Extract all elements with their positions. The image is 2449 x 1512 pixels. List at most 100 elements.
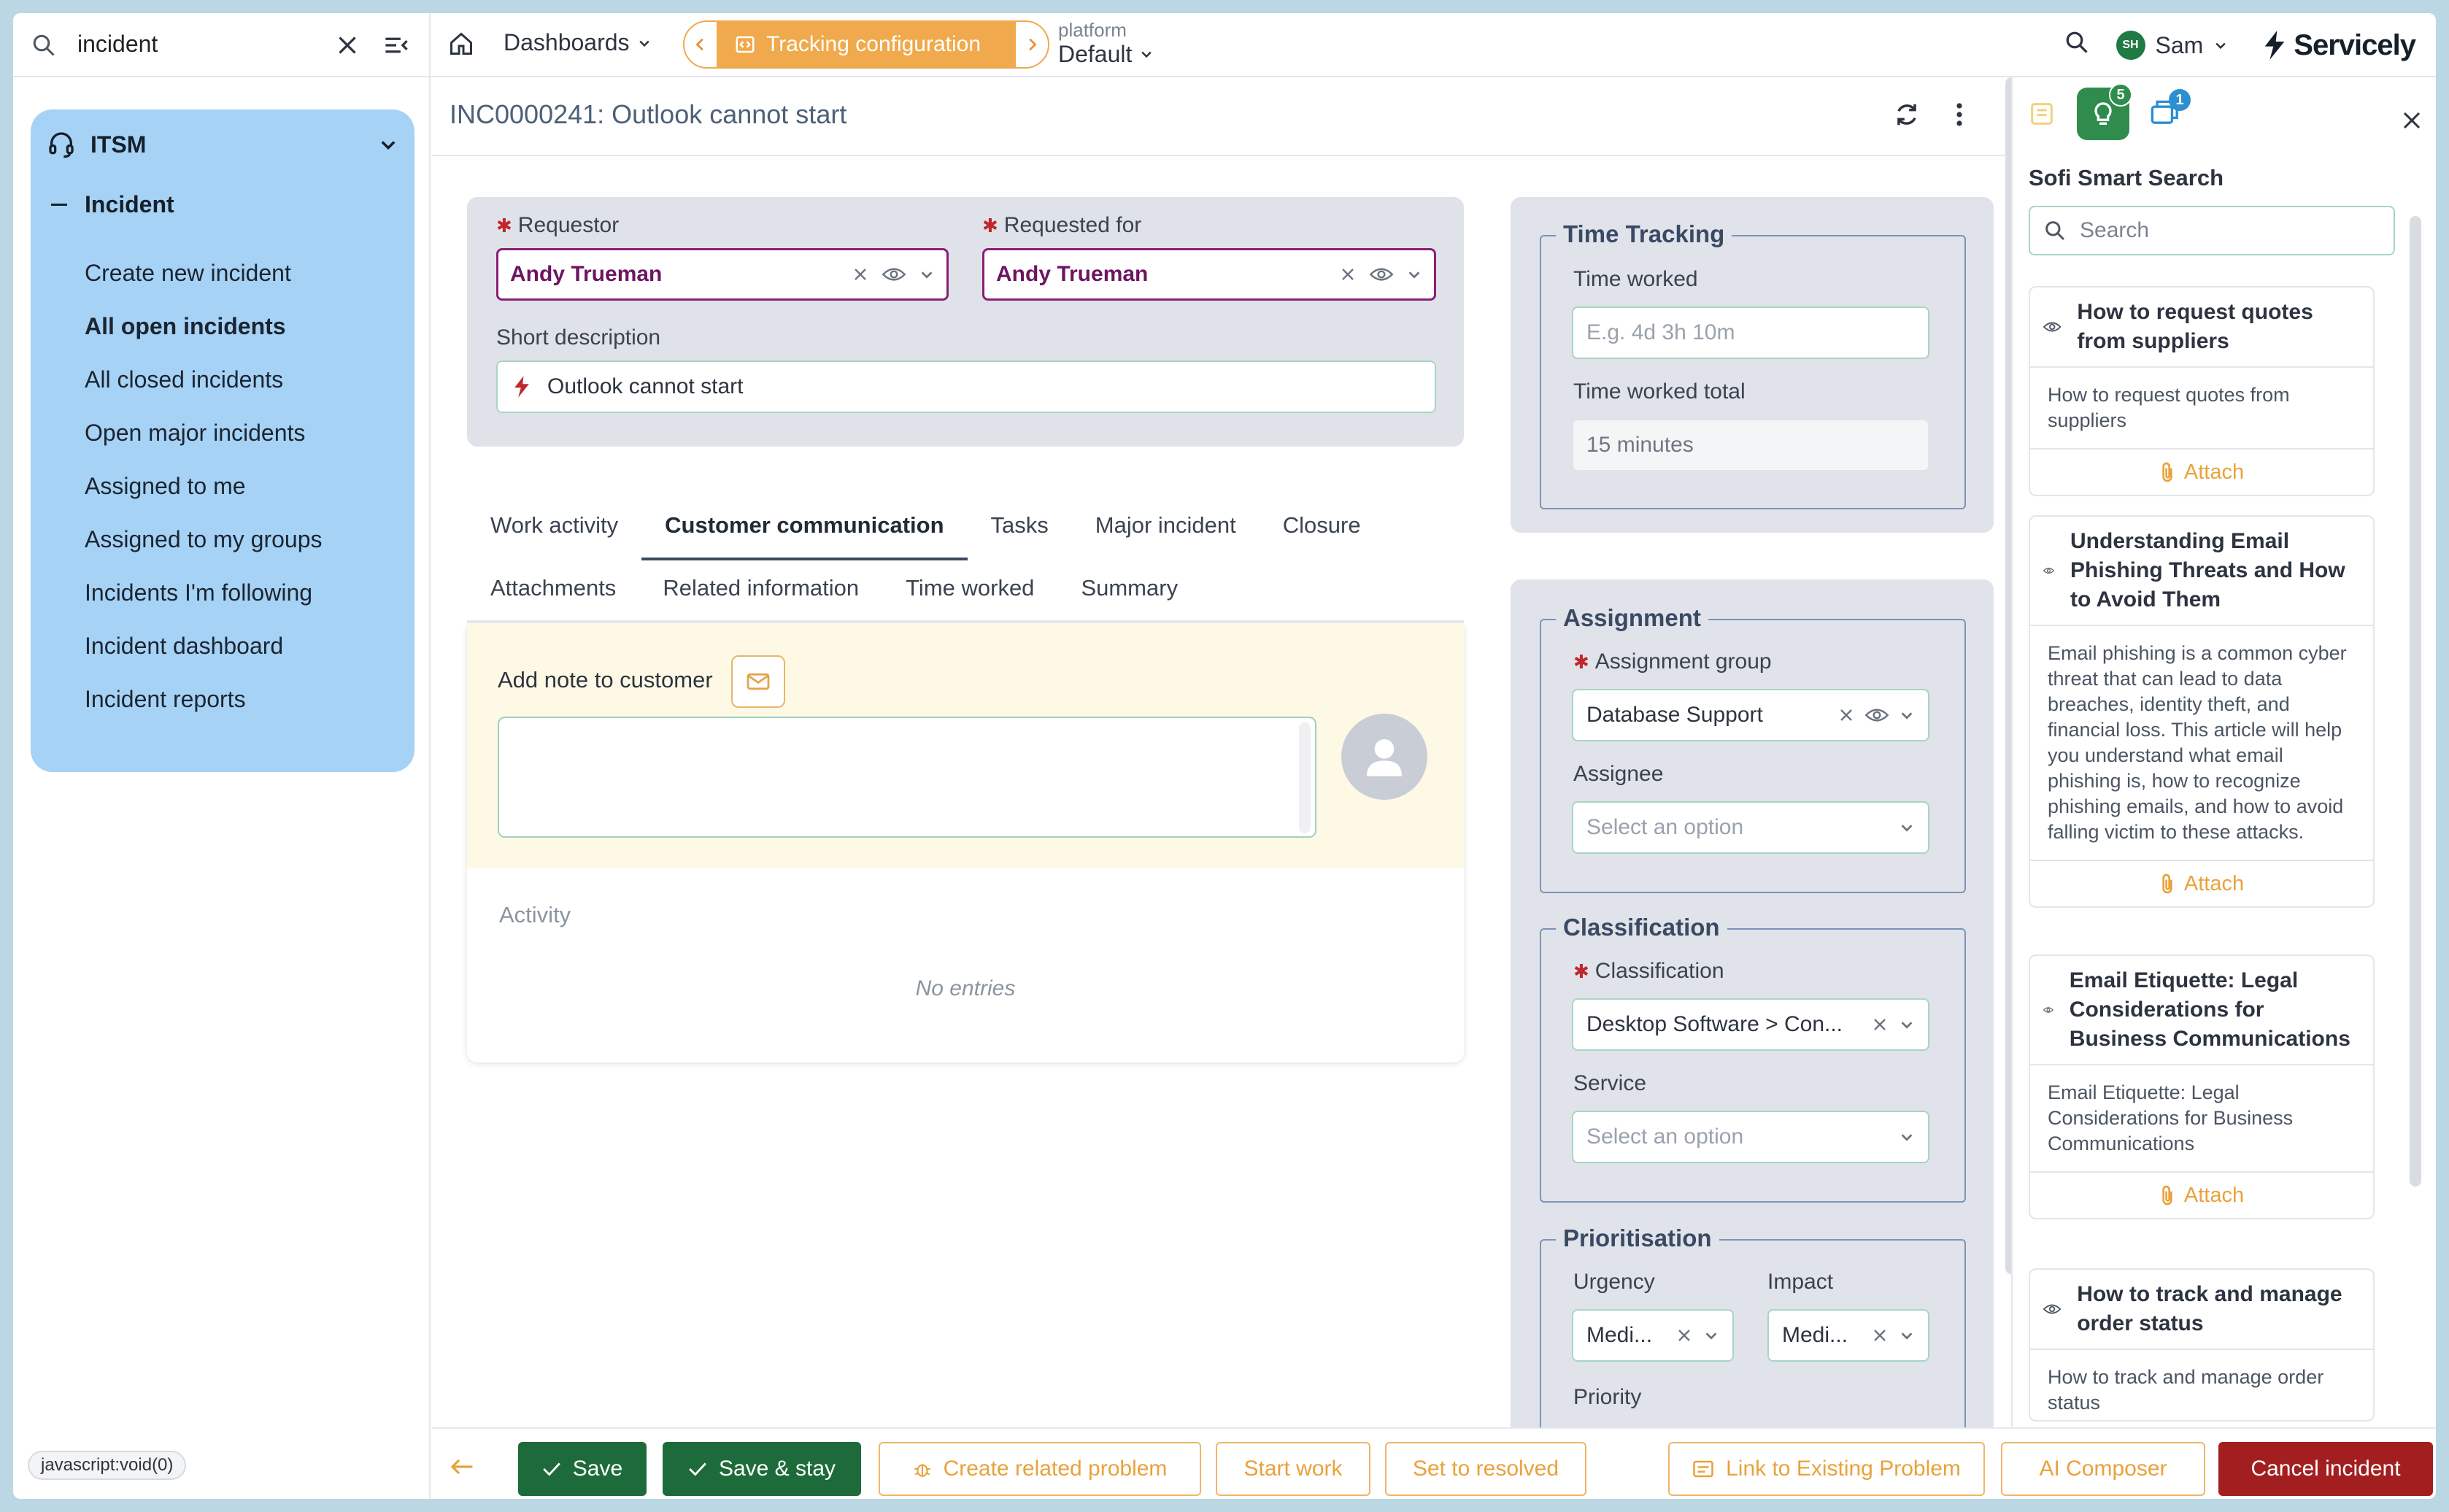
tab-summary[interactable]: Summary xyxy=(1057,563,1201,613)
chevron-down-icon[interactable] xyxy=(1899,1327,1915,1343)
global-search-icon[interactable] xyxy=(2064,29,2090,61)
kb-article-title[interactable]: How to track and manage order status xyxy=(2077,1280,2360,1338)
panel-scrollbar[interactable] xyxy=(2410,216,2421,1187)
chevron-down-icon xyxy=(381,141,396,150)
tab-related-information[interactable]: Related information xyxy=(639,563,882,613)
kb-article-summary: How to track and manage order status xyxy=(2048,1366,2324,1413)
eye-icon[interactable] xyxy=(1865,706,1889,725)
sidebar-item-assigned-to-me[interactable]: Assigned to me xyxy=(85,473,323,526)
eye-icon[interactable] xyxy=(2043,561,2054,580)
chevron-down-icon[interactable] xyxy=(1406,266,1422,282)
tab-work-activity[interactable]: Work activity xyxy=(467,501,641,550)
smart-search-placeholder: Search xyxy=(2080,218,2150,242)
notes-icon[interactable] xyxy=(2027,99,2056,134)
sidebar-item-assigned-to-my-groups[interactable]: Assigned to my groups xyxy=(85,526,323,579)
search-input[interactable]: incident xyxy=(77,31,158,58)
kb-article-title[interactable]: Understanding Email Phishing Threats and… xyxy=(2070,527,2360,614)
kb-article-title[interactable]: How to request quotes from suppliers xyxy=(2077,298,2360,356)
kb-article-title[interactable]: Email Etiquette: Legal Considerations fo… xyxy=(2070,966,2360,1054)
clear-icon[interactable] xyxy=(1871,1016,1889,1033)
short-description-input[interactable]: Outlook cannot start xyxy=(496,360,1436,413)
itsm-module-header[interactable]: ITSM xyxy=(47,130,398,159)
smart-search-input[interactable]: Search xyxy=(2029,206,2395,255)
tab-tasks[interactable]: Tasks xyxy=(968,501,1072,550)
paperclip-icon xyxy=(2162,1185,2172,1206)
top-right-controls: SH Sam Servicely xyxy=(2064,13,2437,77)
urgency-select[interactable]: Medi... xyxy=(1572,1309,1734,1362)
incident-section-header[interactable]: Incident xyxy=(51,191,174,218)
attach-button[interactable]: Attach xyxy=(2030,861,2373,906)
clear-search-icon[interactable] xyxy=(334,32,360,64)
clear-icon[interactable] xyxy=(852,266,869,283)
eye-icon[interactable] xyxy=(2043,317,2062,336)
sidebar-item-incident-reports[interactable]: Incident reports xyxy=(85,686,323,739)
requested-for-field[interactable]: Andy Trueman xyxy=(982,248,1436,301)
start-work-button[interactable]: Start work xyxy=(1216,1442,1370,1496)
create-related-problem-button[interactable]: Create related problem xyxy=(879,1442,1201,1496)
sidebar-item-open-major-incidents[interactable]: Open major incidents xyxy=(85,420,323,473)
chevron-down-icon[interactable] xyxy=(1703,1327,1719,1343)
short-description-label: Short description xyxy=(496,325,661,350)
assignee-select[interactable]: Select an option xyxy=(1572,801,1929,854)
tab-customer-communication[interactable]: Customer communication xyxy=(641,501,968,560)
attach-label: Attach xyxy=(2183,871,2245,895)
related-records-button[interactable]: 1 xyxy=(2150,89,2191,133)
more-options-icon[interactable] xyxy=(1956,101,1963,134)
dashboards-menu[interactable]: Dashboards xyxy=(504,29,652,56)
note-textarea[interactable] xyxy=(498,717,1316,838)
clear-icon[interactable] xyxy=(1871,1327,1889,1344)
chevron-left-icon[interactable] xyxy=(684,22,717,67)
platform-selector[interactable]: platform Default xyxy=(1058,20,1154,66)
collapse-menu-icon[interactable] xyxy=(382,32,410,64)
tab-attachments[interactable]: Attachments xyxy=(467,563,639,613)
home-icon[interactable] xyxy=(448,31,474,63)
chevron-right-icon[interactable] xyxy=(1016,22,1048,67)
sidebar-item-all-closed-incidents[interactable]: All closed incidents xyxy=(85,366,323,420)
requestor-field[interactable]: Andy Trueman xyxy=(496,248,949,301)
link-existing-problem-button[interactable]: Link to Existing Problem xyxy=(1668,1442,1985,1496)
set-to-resolved-button[interactable]: Set to resolved xyxy=(1385,1442,1586,1496)
close-icon[interactable] xyxy=(2401,109,2423,137)
save-button[interactable]: Save xyxy=(518,1442,647,1496)
chevron-down-icon[interactable] xyxy=(919,266,935,282)
chevron-down-icon[interactable] xyxy=(1899,1017,1915,1033)
tracking-label: Tracking configuration xyxy=(766,32,981,56)
code-icon xyxy=(736,36,755,53)
assignment-group-field[interactable]: Database Support xyxy=(1572,689,1929,741)
attach-button[interactable]: Attach xyxy=(2030,450,2373,495)
classification-field[interactable]: Desktop Software > Con... xyxy=(1572,998,1929,1051)
cancel-incident-button[interactable]: Cancel incident xyxy=(2218,1442,2433,1496)
lightning-logo-icon xyxy=(2264,31,2285,60)
chevron-down-icon xyxy=(1901,1134,1913,1141)
chevron-down-icon[interactable] xyxy=(1899,707,1915,723)
sidebar-item-incident-dashboard[interactable]: Incident dashboard xyxy=(85,633,323,686)
tab-major-incident[interactable]: Major incident xyxy=(1072,501,1260,550)
tracking-config-button[interactable]: Tracking configuration xyxy=(717,22,1016,67)
textarea-scrollbar[interactable] xyxy=(1299,722,1311,833)
clear-icon[interactable] xyxy=(1339,266,1357,283)
save-stay-button[interactable]: Save & stay xyxy=(663,1442,861,1496)
eye-icon[interactable] xyxy=(1370,265,1393,284)
eye-icon[interactable] xyxy=(2043,1000,2053,1019)
ai-composer-button[interactable]: AI Composer xyxy=(2001,1442,2205,1496)
eye-icon[interactable] xyxy=(882,265,906,284)
impact-select[interactable]: Medi... xyxy=(1767,1309,1929,1362)
sidebar-item-create-new-incident[interactable]: Create new incident xyxy=(85,260,323,313)
sidebar-item-incidents-following[interactable]: Incidents I'm following xyxy=(85,579,323,633)
classification-label-row: ✱ Classification xyxy=(1573,959,1724,984)
service-select[interactable]: Select an option xyxy=(1572,1111,1929,1163)
eye-icon[interactable] xyxy=(2043,1300,2062,1319)
attach-button[interactable]: Attach xyxy=(2030,1173,2373,1218)
refresh-icon[interactable] xyxy=(1893,101,1921,134)
tab-time-worked[interactable]: Time worked xyxy=(882,563,1057,613)
tab-closure[interactable]: Closure xyxy=(1260,501,1384,550)
email-button[interactable] xyxy=(731,655,785,708)
sidebar-search: incident xyxy=(13,13,431,77)
knowledge-tab-button[interactable]: 5 xyxy=(2077,83,2132,140)
sidebar-item-all-open-incidents[interactable]: All open incidents xyxy=(85,313,323,366)
user-menu[interactable]: SH Sam xyxy=(2116,31,2229,60)
time-worked-input[interactable]: E.g. 4d 3h 10m xyxy=(1572,306,1929,359)
clear-icon[interactable] xyxy=(1675,1327,1693,1344)
clear-icon[interactable] xyxy=(1837,706,1855,724)
back-arrow-icon[interactable] xyxy=(450,1457,474,1483)
